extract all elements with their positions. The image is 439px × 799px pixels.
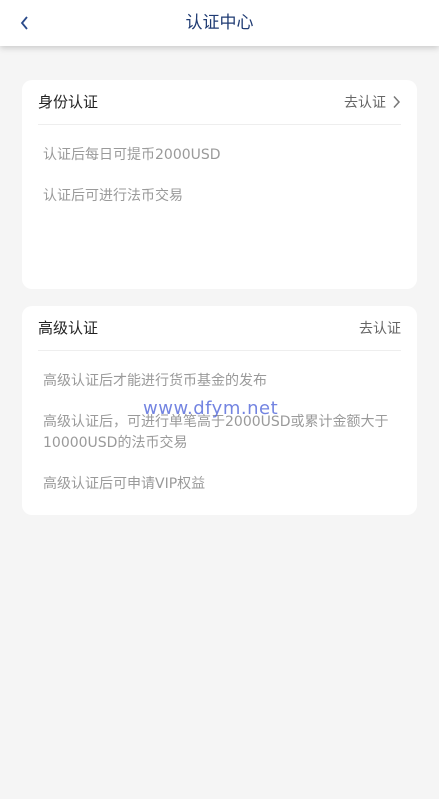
card-title: 高级认证: [38, 319, 99, 337]
card-body: 认证后每日可提币2000USD 认证后可进行法币交易: [22, 125, 417, 207]
benefit-item: 高级认证后可申请VIP权益: [43, 476, 206, 492]
benefit-item: 认证后可进行法币交易: [43, 188, 183, 204]
top-nav-bar: 认证中心: [0, 0, 439, 46]
chevron-right-icon: [392, 95, 401, 109]
advanced-verify-button[interactable]: 去认证: [359, 306, 401, 350]
verify-label: 去认证: [359, 321, 401, 337]
card-body: 高级认证后才能进行货币基金的发布 高级认证后，可进行单笔高于2000USD或累计…: [22, 351, 417, 495]
page-title: 认证中心: [185, 13, 254, 33]
identity-verify-button[interactable]: 去认证: [344, 80, 401, 124]
identity-verification-card: 身份认证 去认证 认证后每日可提币2000USD 认证后可进行法币交易: [22, 80, 417, 289]
card-header: 高级认证 去认证: [38, 306, 401, 351]
watermark-text: www.dfym.net: [143, 398, 279, 419]
benefit-item: 认证后每日可提币2000USD: [43, 147, 221, 163]
verify-label: 去认证: [344, 95, 386, 111]
card-header: 身份认证 去认证: [38, 80, 401, 125]
benefit-item: 高级认证后才能进行货币基金的发布: [43, 373, 267, 389]
card-title: 身份认证: [38, 93, 99, 111]
